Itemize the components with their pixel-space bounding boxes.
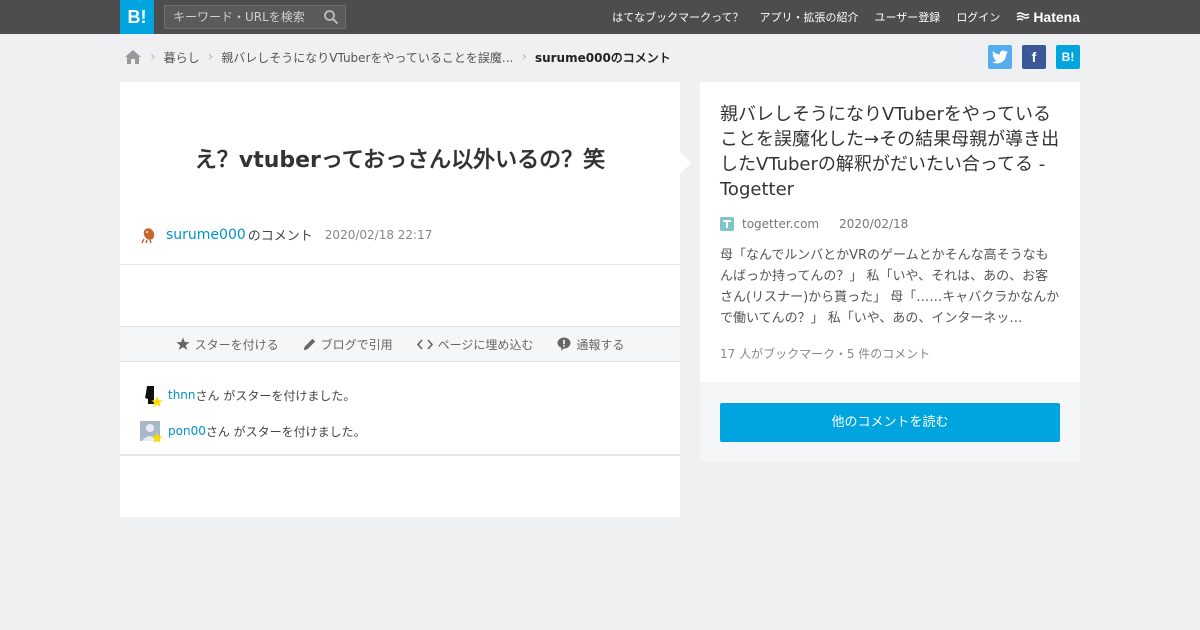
comment-card: え？vtuberっておっさん以外いるの？笑 surume000 のコメント 20… [120, 82, 680, 517]
header-nav: はてなブックマークって？ アプリ・拡張の紹介 ユーザー登録 ログイン Haten… [596, 0, 1080, 34]
report-label: 通報する [576, 337, 625, 352]
star-entry: pon00 さん がスターを付けました。 [140, 418, 366, 444]
star-user-avatar[interactable] [140, 421, 163, 444]
entry-title[interactable]: 親バレしそうになりVTuberをやっていることを誤魔化した→その結果母親が導き出… [720, 102, 1065, 202]
card-pointer [680, 152, 691, 174]
chevron-right-icon: › [207, 49, 214, 65]
add-star-button[interactable]: スターを付ける [175, 336, 279, 353]
embed-button[interactable]: ページに埋め込む [416, 336, 534, 353]
star-user-avatar[interactable] [140, 385, 163, 408]
comment-user-link[interactable]: surume000 [166, 227, 246, 243]
nav-register[interactable]: ユーザー登録 [875, 9, 941, 25]
read-more-comments-button[interactable]: 他のコメントを読む [720, 403, 1060, 442]
breadcrumb-current: surume000のコメント [534, 50, 671, 65]
star-entry: thnn さん がスターを付けました。 [140, 382, 366, 408]
star-user-link[interactable]: pon00 [168, 424, 206, 438]
hatena-bookmark-share-button[interactable]: B! [1056, 45, 1080, 69]
star-entry-text: さん がスターを付けました。 [195, 388, 356, 403]
divider [120, 454, 680, 456]
nav-apps[interactable]: アプリ・拡張の紹介 [760, 9, 859, 25]
entry-stats[interactable]: 17 人がブックマーク・5 件のコメント [720, 345, 930, 362]
quote-in-blog-button[interactable]: ブログで引用 [303, 336, 393, 353]
user-avatar[interactable] [140, 226, 158, 244]
entry-description: 母「なんでルンバとかVRのゲームとかそんな高そうなもんばっか持ってんの？」 私「… [720, 248, 1060, 326]
togetter-favicon [720, 217, 734, 231]
star-icon [151, 396, 163, 408]
comment-actions: スターを付ける ブログで引用 ページに埋め込む 通報する [120, 326, 680, 362]
star-entry-text: さん がスターを付けました。 [205, 424, 366, 439]
hatena-bookmark-logo[interactable]: B! [120, 0, 154, 34]
search-icon[interactable] [323, 9, 339, 25]
add-star-label: スターを付ける [194, 337, 279, 352]
breadcrumb-category[interactable]: 暮らし [164, 49, 200, 66]
entry-date: 2020/02/18 [839, 217, 909, 231]
entry-meta: togetter.com 2020/02/18 [720, 217, 908, 231]
embed-label: ページに埋め込む [437, 337, 534, 352]
search-input[interactable] [165, 6, 315, 28]
quote-in-blog-label: ブログで引用 [320, 337, 393, 352]
twitter-share-button[interactable] [988, 45, 1012, 69]
report-icon [557, 337, 571, 351]
entry-domain[interactable]: togetter.com [742, 217, 819, 231]
nav-about[interactable]: はてなブックマークって？ [612, 9, 743, 25]
home-icon[interactable] [124, 49, 142, 65]
hatena-wave-icon [1016, 12, 1030, 21]
entry-panel: 親バレしそうになりVTuberをやっていることを誤魔化した→その結果母親が導き出… [700, 82, 1080, 382]
facebook-share-button[interactable]: f [1022, 45, 1046, 69]
comment-label: のコメント [247, 229, 313, 244]
search-box [164, 5, 346, 29]
global-header: B! はてなブックマークって？ アプリ・拡張の紹介 ユーザー登録 ログイン Ha… [0, 0, 1200, 34]
star-icon [175, 337, 190, 350]
comment-meta: surume000 のコメント 2020/02/18 22:17 [140, 225, 432, 244]
hatena-brand-label: Hatena [1033, 9, 1080, 25]
more-comments-area: 他のコメントを読む [700, 382, 1080, 462]
hatena-brand-link[interactable]: Hatena [1016, 9, 1080, 25]
chevron-right-icon: › [150, 49, 156, 65]
star-icon [151, 432, 163, 444]
nav-login[interactable]: ログイン [956, 9, 1000, 25]
comment-body: え？vtuberっておっさん以外いるの？笑 [194, 148, 606, 173]
star-user-link[interactable]: thnn [168, 388, 196, 402]
comment-date: 2020/02/18 22:17 [324, 227, 433, 242]
breadcrumb: › 暮らし › 親バレしそうになりVTuberをやっていることを誤魔... › … [124, 46, 671, 68]
breadcrumb-entry[interactable]: 親バレしそうになりVTuberをやっていることを誤魔... [221, 49, 513, 66]
code-icon [416, 338, 433, 350]
pencil-icon [303, 338, 315, 350]
divider [120, 264, 680, 265]
star-list: thnn さん がスターを付けました。 pon00 さん がスターを付けました。 [140, 382, 366, 454]
report-button[interactable]: 通報する [557, 336, 624, 353]
chevron-right-icon: › [521, 49, 527, 65]
share-buttons: f B! [978, 45, 1080, 69]
twitter-bird-icon [992, 50, 1008, 64]
